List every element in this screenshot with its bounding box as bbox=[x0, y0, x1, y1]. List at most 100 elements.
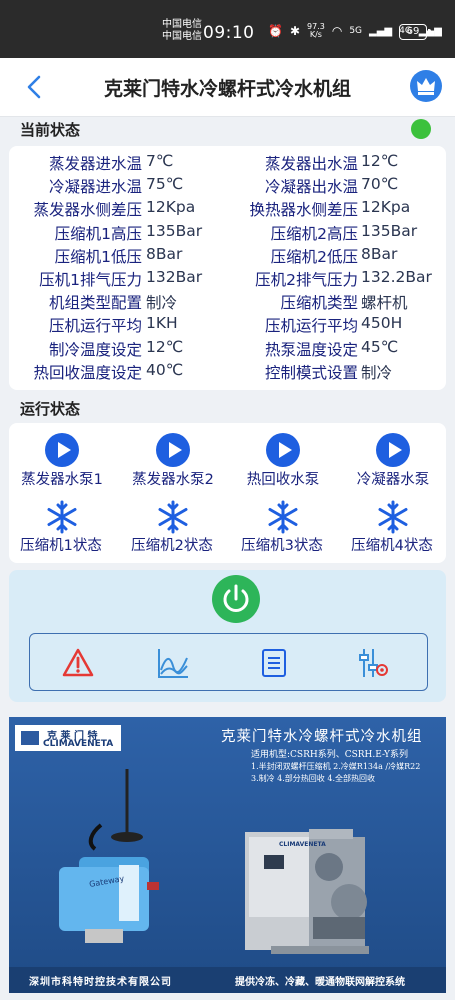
clock: 09:10 bbox=[203, 23, 255, 43]
compressor-3-snowflake-icon[interactable] bbox=[265, 499, 301, 535]
list-document-icon[interactable] bbox=[257, 646, 291, 680]
status-label: 控制模式设置 bbox=[264, 363, 358, 382]
status-value: 7℃ bbox=[146, 152, 174, 170]
status-value: 40℃ bbox=[146, 360, 184, 379]
status-value: 45℃ bbox=[361, 337, 399, 356]
status-value: 12Kpa bbox=[146, 198, 196, 217]
carrier-1: 中国电信 bbox=[162, 19, 202, 30]
pump-4-label: 冷凝器水泵 bbox=[356, 472, 430, 488]
carrier-info: 中国电信 中国电信 bbox=[162, 19, 202, 43]
status-label: 冷凝器进水温 bbox=[48, 178, 142, 197]
system-status-bar: 中国电信 中国电信 09:10 ⏰ ✱ 97.3 K/s ◠ 5G ▂▄▆ 4G… bbox=[0, 0, 455, 58]
status-row: 热回收温度设定 40℃ 控制模式设置 制冷 bbox=[9, 361, 446, 384]
status-label: 蒸发器水侧差压 bbox=[33, 201, 142, 220]
alarm-clock-icon: ⏰ bbox=[268, 24, 283, 38]
status-label: 冷凝器出水温 bbox=[264, 178, 358, 197]
status-label: 热泵温度设定 bbox=[264, 340, 358, 359]
status-label: 蒸发器进水温 bbox=[48, 155, 142, 173]
status-value: 450H bbox=[361, 314, 403, 333]
pump-3-play-icon[interactable] bbox=[266, 433, 300, 467]
compressor-2-snowflake-icon[interactable] bbox=[155, 499, 191, 535]
status-label: 压缩机2高压 bbox=[270, 224, 358, 243]
network-speed: 97.3 K/s bbox=[307, 23, 325, 39]
status-value: 12Kpa bbox=[361, 198, 411, 217]
status-value: 70℃ bbox=[361, 175, 399, 194]
status-row: 制冷温度设定 12℃ 热泵温度设定 45℃ bbox=[9, 338, 446, 361]
carrier-2: 中国电信 bbox=[162, 31, 202, 42]
status-label: 压机运行平均 bbox=[48, 317, 142, 336]
status-value: 8Bar bbox=[361, 244, 398, 263]
pump-4-play-icon[interactable] bbox=[376, 433, 410, 467]
compressor-3-label: 压缩机3状态 bbox=[241, 538, 323, 554]
current-status-card: 蒸发器进水温 7℃ 蒸发器出水温 12℃ 冷凝器进水温 75℃ 冷凝器出水温 70℃ 蒸发器水侧… bbox=[9, 146, 446, 390]
status-value: 135Bar bbox=[361, 221, 418, 240]
signal-5g: 5G bbox=[349, 26, 363, 36]
network-speed-unit: K/s bbox=[309, 30, 322, 39]
compressor-1-label: 压缩机1状态 bbox=[20, 538, 102, 554]
status-row: 压缩机1低压 8Bar 压缩机2低压 8Bar bbox=[9, 245, 446, 268]
status-value: 135Bar bbox=[146, 221, 203, 240]
battery-indicator: 69 bbox=[399, 24, 431, 40]
back-arrow-icon[interactable] bbox=[20, 72, 50, 102]
power-button[interactable] bbox=[212, 575, 260, 623]
banner-line-3: 3.制冷 4.部分热回收 4.全部热回收 bbox=[251, 774, 375, 783]
status-label: 压缩机1高压 bbox=[54, 224, 142, 243]
status-rows: 蒸发器进水温 7℃ 蒸发器出水温 12℃ 冷凝器进水温 75℃ 冷凝器出水温 70℃ 蒸发器水侧… bbox=[9, 152, 446, 384]
brand-en: CLIMAVENETA bbox=[43, 739, 114, 749]
status-value: 1KH bbox=[146, 314, 178, 333]
app-header: 克莱门特水冷螺杆式冷水机组 bbox=[0, 58, 455, 117]
banner-line-2: 1.半封闭双螺杆压缩机 2.冷媒R134a /冷媒R22 bbox=[251, 762, 421, 771]
company-name: 深圳市科特时控技术有限公司 bbox=[29, 977, 172, 988]
pump-1-play-icon[interactable] bbox=[45, 433, 79, 467]
banner-line-1: 适用机型:CSRH系列、CSRH.E-Y系列 bbox=[251, 750, 408, 760]
status-value: 制冷 bbox=[361, 363, 393, 382]
status-label: 压缩机2低压 bbox=[270, 247, 358, 266]
status-row: 压机运行平均 1KH 压机运行平均 450H bbox=[9, 314, 446, 337]
pump-2-play-icon[interactable] bbox=[156, 433, 190, 467]
run-status-title: 运行状态 bbox=[20, 400, 81, 418]
toolbar bbox=[29, 633, 428, 691]
status-row: 蒸发器水侧差压 12Kpa 换热器水侧差压 12Kpa bbox=[9, 198, 446, 221]
status-row: 蒸发器进水温 7℃ 蒸发器出水温 12℃ bbox=[9, 152, 446, 175]
compressor-4-snowflake-icon[interactable] bbox=[375, 499, 411, 535]
status-value: 8Bar bbox=[146, 244, 183, 263]
status-label: 机组类型配置 bbox=[48, 294, 142, 313]
status-label: 压缩机1低压 bbox=[54, 247, 142, 266]
status-row: 压缩机1高压 135Bar 压缩机2高压 135Bar bbox=[9, 222, 446, 245]
status-row: 冷凝器进水温 75℃ 冷凝器出水温 70℃ bbox=[9, 175, 446, 198]
page-title: 克莱门特水冷螺杆式冷水机组 bbox=[103, 78, 351, 100]
pump-2-label: 蒸发器水泵2 bbox=[132, 472, 214, 488]
status-value: 螺杆机 bbox=[361, 294, 408, 313]
status-value: 制冷 bbox=[146, 294, 178, 313]
compressor-4-label: 压缩机4状态 bbox=[351, 538, 433, 554]
running-indicator-icon bbox=[411, 119, 431, 139]
bluetooth-icon: ✱ bbox=[289, 24, 301, 38]
compressor-1-snowflake-icon[interactable] bbox=[44, 499, 80, 535]
banner-title: 克莱门特水冷螺杆式冷水机组 bbox=[221, 729, 423, 745]
current-status-title: 当前状态 bbox=[20, 121, 81, 139]
power-icon bbox=[223, 584, 249, 612]
status-value: 12℃ bbox=[361, 152, 399, 170]
run-status-card: 蒸发器水泵1 蒸发器水泵2 热回收水泵 冷凝器水泵 压缩机1状态 压缩机2状态 … bbox=[9, 423, 446, 563]
status-label: 热回收温度设定 bbox=[33, 363, 142, 382]
status-label: 蒸发器出水温 bbox=[264, 155, 358, 173]
alarm-warning-icon[interactable] bbox=[61, 646, 95, 680]
control-panel bbox=[9, 570, 446, 702]
unit-label: CLIMAVENETA bbox=[279, 841, 326, 848]
status-row: 压机1排气压力 132Bar 压机2排气压力 132.2Bar bbox=[9, 268, 446, 291]
pump-1-label: 蒸发器水泵1 bbox=[21, 472, 103, 488]
status-label: 制冷温度设定 bbox=[48, 340, 142, 359]
settings-sliders-icon[interactable] bbox=[356, 646, 390, 680]
status-label: 压缩机类型 bbox=[280, 294, 358, 313]
status-value: 12℃ bbox=[146, 337, 184, 356]
status-value: 132.2Bar bbox=[361, 267, 432, 286]
status-label: 压机1排气压力 bbox=[39, 270, 142, 289]
status-row: 机组类型配置 制冷 压缩机类型 螺杆机 bbox=[9, 291, 446, 314]
status-label: 压机2排气压力 bbox=[255, 270, 358, 289]
crown-icon[interactable] bbox=[410, 70, 442, 102]
product-banner[interactable]: 克 莱 门 特 CLIMAVENETA 克莱门特水冷螺杆式冷水机组 适用机型:C… bbox=[9, 717, 446, 993]
trend-chart-icon[interactable] bbox=[156, 646, 190, 680]
company-slogan: 提供冷冻、冷藏、暖通物联网解控系统 bbox=[235, 977, 405, 988]
signal-bars-icon: ▂▄▆ bbox=[369, 25, 393, 37]
wifi-icon: ◠ bbox=[331, 24, 343, 38]
